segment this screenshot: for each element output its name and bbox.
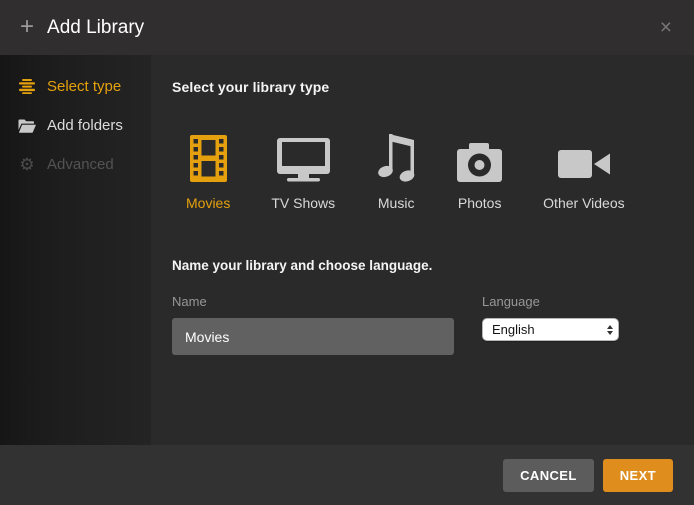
sidebar-item-label: Add folders — [47, 117, 123, 134]
library-type-music[interactable]: Music — [376, 130, 416, 211]
language-field-group: Language English — [482, 294, 619, 355]
sidebar: Select type Add folders ⚙ Advanced — [0, 55, 151, 445]
close-icon[interactable]: × — [658, 15, 674, 40]
add-library-dialog: + Add Library × Select type — [0, 0, 694, 505]
sidebar-item-advanced[interactable]: ⚙ Advanced — [0, 145, 151, 184]
library-type-label: Music — [378, 195, 415, 211]
library-type-row: Movies TV Shows — [172, 130, 670, 211]
section-title: Select your library type — [172, 79, 670, 95]
form-row: Name Language English — [172, 294, 670, 355]
library-type-icon — [18, 79, 36, 94]
name-field-label: Name — [172, 294, 454, 309]
dialog-title: Add Library — [47, 17, 144, 39]
dialog-header: + Add Library × — [0, 0, 694, 55]
next-button[interactable]: NEXT — [603, 459, 673, 492]
video-camera-icon — [558, 130, 610, 182]
language-select-value: English — [492, 322, 535, 337]
library-type-label: Photos — [458, 195, 502, 211]
library-type-movies[interactable]: Movies — [186, 130, 230, 211]
tv-icon — [277, 130, 330, 182]
film-strip-icon — [190, 130, 227, 182]
name-section-title: Name your library and choose language. — [172, 258, 670, 273]
language-select[interactable]: English — [482, 318, 619, 341]
plus-icon: + — [20, 15, 34, 39]
folder-icon — [18, 119, 36, 133]
sidebar-item-label: Select type — [47, 78, 121, 95]
sidebar-item-label: Advanced — [47, 156, 114, 173]
library-type-other-videos[interactable]: Other Videos — [543, 130, 624, 211]
name-input[interactable] — [172, 318, 454, 355]
main-content: Select your library type — [151, 55, 694, 445]
library-type-tv-shows[interactable]: TV Shows — [271, 130, 335, 211]
music-note-icon — [376, 130, 416, 182]
dialog-body: Select type Add folders ⚙ Advanced Selec… — [0, 55, 694, 445]
gear-icon: ⚙ — [18, 156, 36, 173]
dialog-footer: CANCEL NEXT — [0, 445, 694, 505]
sidebar-item-add-folders[interactable]: Add folders — [0, 106, 151, 145]
camera-icon — [457, 130, 502, 182]
library-type-label: Movies — [186, 195, 230, 211]
cancel-button[interactable]: CANCEL — [503, 459, 594, 492]
name-field-group: Name — [172, 294, 454, 355]
library-type-label: Other Videos — [543, 195, 624, 211]
select-stepper-icon — [607, 325, 613, 335]
sidebar-item-select-type[interactable]: Select type — [0, 67, 151, 106]
language-field-label: Language — [482, 294, 619, 309]
library-type-photos[interactable]: Photos — [457, 130, 502, 211]
library-type-label: TV Shows — [271, 195, 335, 211]
